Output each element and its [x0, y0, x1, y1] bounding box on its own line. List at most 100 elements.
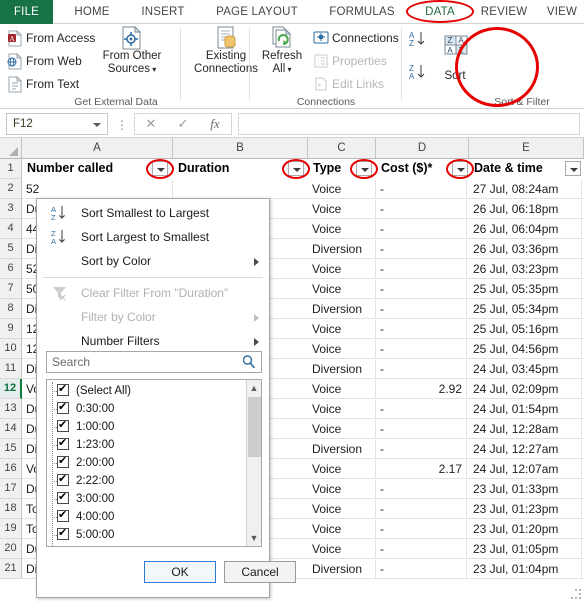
sort-descending-button[interactable]: Z A: [408, 62, 430, 87]
cell-c6[interactable]: Voice: [309, 260, 376, 279]
select-all-corner[interactable]: [0, 138, 22, 158]
cell-d11[interactable]: -: [377, 360, 467, 379]
filter-value-item[interactable]: 0:30:00: [47, 400, 247, 418]
cell-c21[interactable]: Diversion: [309, 560, 376, 579]
tab-view[interactable]: VIEW: [540, 0, 584, 24]
cell-c16[interactable]: Voice: [309, 460, 376, 479]
row-header-8[interactable]: 8: [0, 299, 22, 319]
cell-c3[interactable]: Voice: [309, 200, 376, 219]
row-header-11[interactable]: 11: [0, 359, 22, 379]
from-other-sources-button[interactable]: From Other Sources ▾: [92, 25, 172, 76]
menu-item-sort-largest-to-smallest[interactable]: Z A Sort Largest to Smallest: [37, 225, 269, 249]
filter-dropdown-cost[interactable]: [452, 161, 468, 176]
cancel-icon[interactable]: ✕: [135, 114, 167, 134]
cell-c11[interactable]: Diversion: [309, 360, 376, 379]
cell-d9[interactable]: -: [377, 320, 467, 339]
filter-dropdown-duration[interactable]: [288, 161, 304, 176]
menu-item-number-filters[interactable]: Number Filters: [37, 329, 269, 353]
tab-page-layout[interactable]: PAGE LAYOUT: [202, 0, 312, 24]
cell-c17[interactable]: Voice: [309, 480, 376, 499]
confirm-icon[interactable]: ✓: [167, 114, 199, 134]
cell-d13[interactable]: -: [377, 400, 467, 419]
from-text-button[interactable]: From Text: [6, 74, 79, 95]
cell-e2[interactable]: 27 Jul, 08:24am: [470, 180, 582, 199]
filter-value-item[interactable]: 4:00:00: [47, 508, 247, 526]
row-header-3[interactable]: 3: [0, 199, 22, 219]
cell-c18[interactable]: Voice: [309, 500, 376, 519]
tab-home[interactable]: HOME: [60, 0, 124, 24]
filter-search-input[interactable]: Search: [46, 351, 262, 373]
from-web-button[interactable]: From Web: [6, 51, 82, 72]
sort-button[interactable]: Z A A Z Sort: [430, 35, 480, 83]
cell-d6[interactable]: -: [377, 260, 467, 279]
cell-e4[interactable]: 26 Jul, 06:04pm: [470, 220, 582, 239]
chevron-down-icon[interactable]: ▼: [247, 530, 261, 546]
search-icon[interactable]: [241, 354, 257, 375]
cell-e6[interactable]: 26 Jul, 03:23pm: [470, 260, 582, 279]
checkbox[interactable]: [57, 508, 69, 522]
resize-grip[interactable]: [571, 589, 581, 599]
cell-c5[interactable]: Diversion: [309, 240, 376, 259]
cell-c9[interactable]: Voice: [309, 320, 376, 339]
cell-c4[interactable]: Voice: [309, 220, 376, 239]
insert-function-icon[interactable]: fx: [199, 114, 231, 134]
row-header-18[interactable]: 18: [0, 499, 22, 519]
tab-data[interactable]: DATA: [412, 0, 468, 24]
refresh-all-button[interactable]: Refresh All ▾: [254, 26, 310, 76]
cell-e5[interactable]: 26 Jul, 03:36pm: [470, 240, 582, 259]
cell-c14[interactable]: Voice: [309, 420, 376, 439]
cell-e15[interactable]: 24 Jul, 12:27am: [470, 440, 582, 459]
cell-c7[interactable]: Voice: [309, 280, 376, 299]
checkbox[interactable]: [58, 544, 67, 546]
cell-c2[interactable]: Voice: [309, 180, 376, 199]
checkbox[interactable]: [57, 400, 69, 414]
cell-d15[interactable]: -: [377, 440, 467, 459]
row-header-9[interactable]: 9: [0, 319, 22, 339]
column-header-d[interactable]: D: [376, 138, 469, 158]
row-header-16[interactable]: 16: [0, 459, 22, 479]
checkbox[interactable]: [57, 454, 69, 468]
filter-value-item[interactable]: 5:00:00: [47, 526, 247, 544]
row-header-2[interactable]: 2: [0, 179, 22, 199]
chevron-down-icon[interactable]: ▾: [150, 65, 156, 74]
cell-e17[interactable]: 23 Jul, 01:33pm: [470, 480, 582, 499]
cell-d16[interactable]: 2.17: [377, 460, 467, 479]
row-header-13[interactable]: 13: [0, 399, 22, 419]
cancel-button[interactable]: Cancel: [224, 561, 296, 583]
formula-input[interactable]: [238, 113, 580, 135]
cell-d21[interactable]: -: [377, 560, 467, 579]
cell-d4[interactable]: -: [377, 220, 467, 239]
cell-e3[interactable]: 26 Jul, 06:18pm: [470, 200, 582, 219]
cell-d20[interactable]: -: [377, 540, 467, 559]
cell-c19[interactable]: Voice: [309, 520, 376, 539]
filter-value-item[interactable]: 1:00:00: [47, 418, 247, 436]
sort-ascending-button[interactable]: A Z: [408, 29, 430, 54]
filter-value-list[interactable]: (Select All) 0:30:00 1:00:00 1:23:00 2:00:00…: [46, 379, 262, 547]
checkbox[interactable]: [57, 490, 69, 504]
row-header-12[interactable]: 12: [0, 379, 22, 399]
row-header-1[interactable]: 1: [0, 159, 22, 179]
checkbox[interactable]: [57, 472, 69, 486]
tab-insert[interactable]: INSERT: [130, 0, 196, 24]
cell-e10[interactable]: 25 Jul, 04:56pm: [470, 340, 582, 359]
filter-value-item[interactable]: 3:00:00: [47, 490, 247, 508]
cell-e21[interactable]: 23 Jul, 01:04pm: [470, 560, 582, 579]
cell-e13[interactable]: 24 Jul, 01:54pm: [470, 400, 582, 419]
filter-value-item[interactable]: 6:00:00: [47, 544, 247, 546]
checkbox[interactable]: [57, 382, 69, 396]
filter-value-item[interactable]: 2:00:00: [47, 454, 247, 472]
filter-list-scrollbar[interactable]: ▲ ▼: [246, 380, 261, 546]
chevron-up-icon[interactable]: ▲: [247, 380, 261, 396]
filter-dropdown-type[interactable]: [356, 161, 372, 176]
cell-e18[interactable]: 23 Jul, 01:23pm: [470, 500, 582, 519]
cell-c8[interactable]: Diversion: [309, 300, 376, 319]
cell-d2[interactable]: -: [377, 180, 467, 199]
row-header-19[interactable]: 19: [0, 519, 22, 539]
chevron-down-icon[interactable]: [93, 123, 101, 127]
cell-d19[interactable]: -: [377, 520, 467, 539]
cell-d10[interactable]: -: [377, 340, 467, 359]
chevron-down-icon[interactable]: ▾: [285, 65, 291, 74]
cell-d8[interactable]: -: [377, 300, 467, 319]
cell-d5[interactable]: -: [377, 240, 467, 259]
row-header-20[interactable]: 20: [0, 539, 22, 559]
